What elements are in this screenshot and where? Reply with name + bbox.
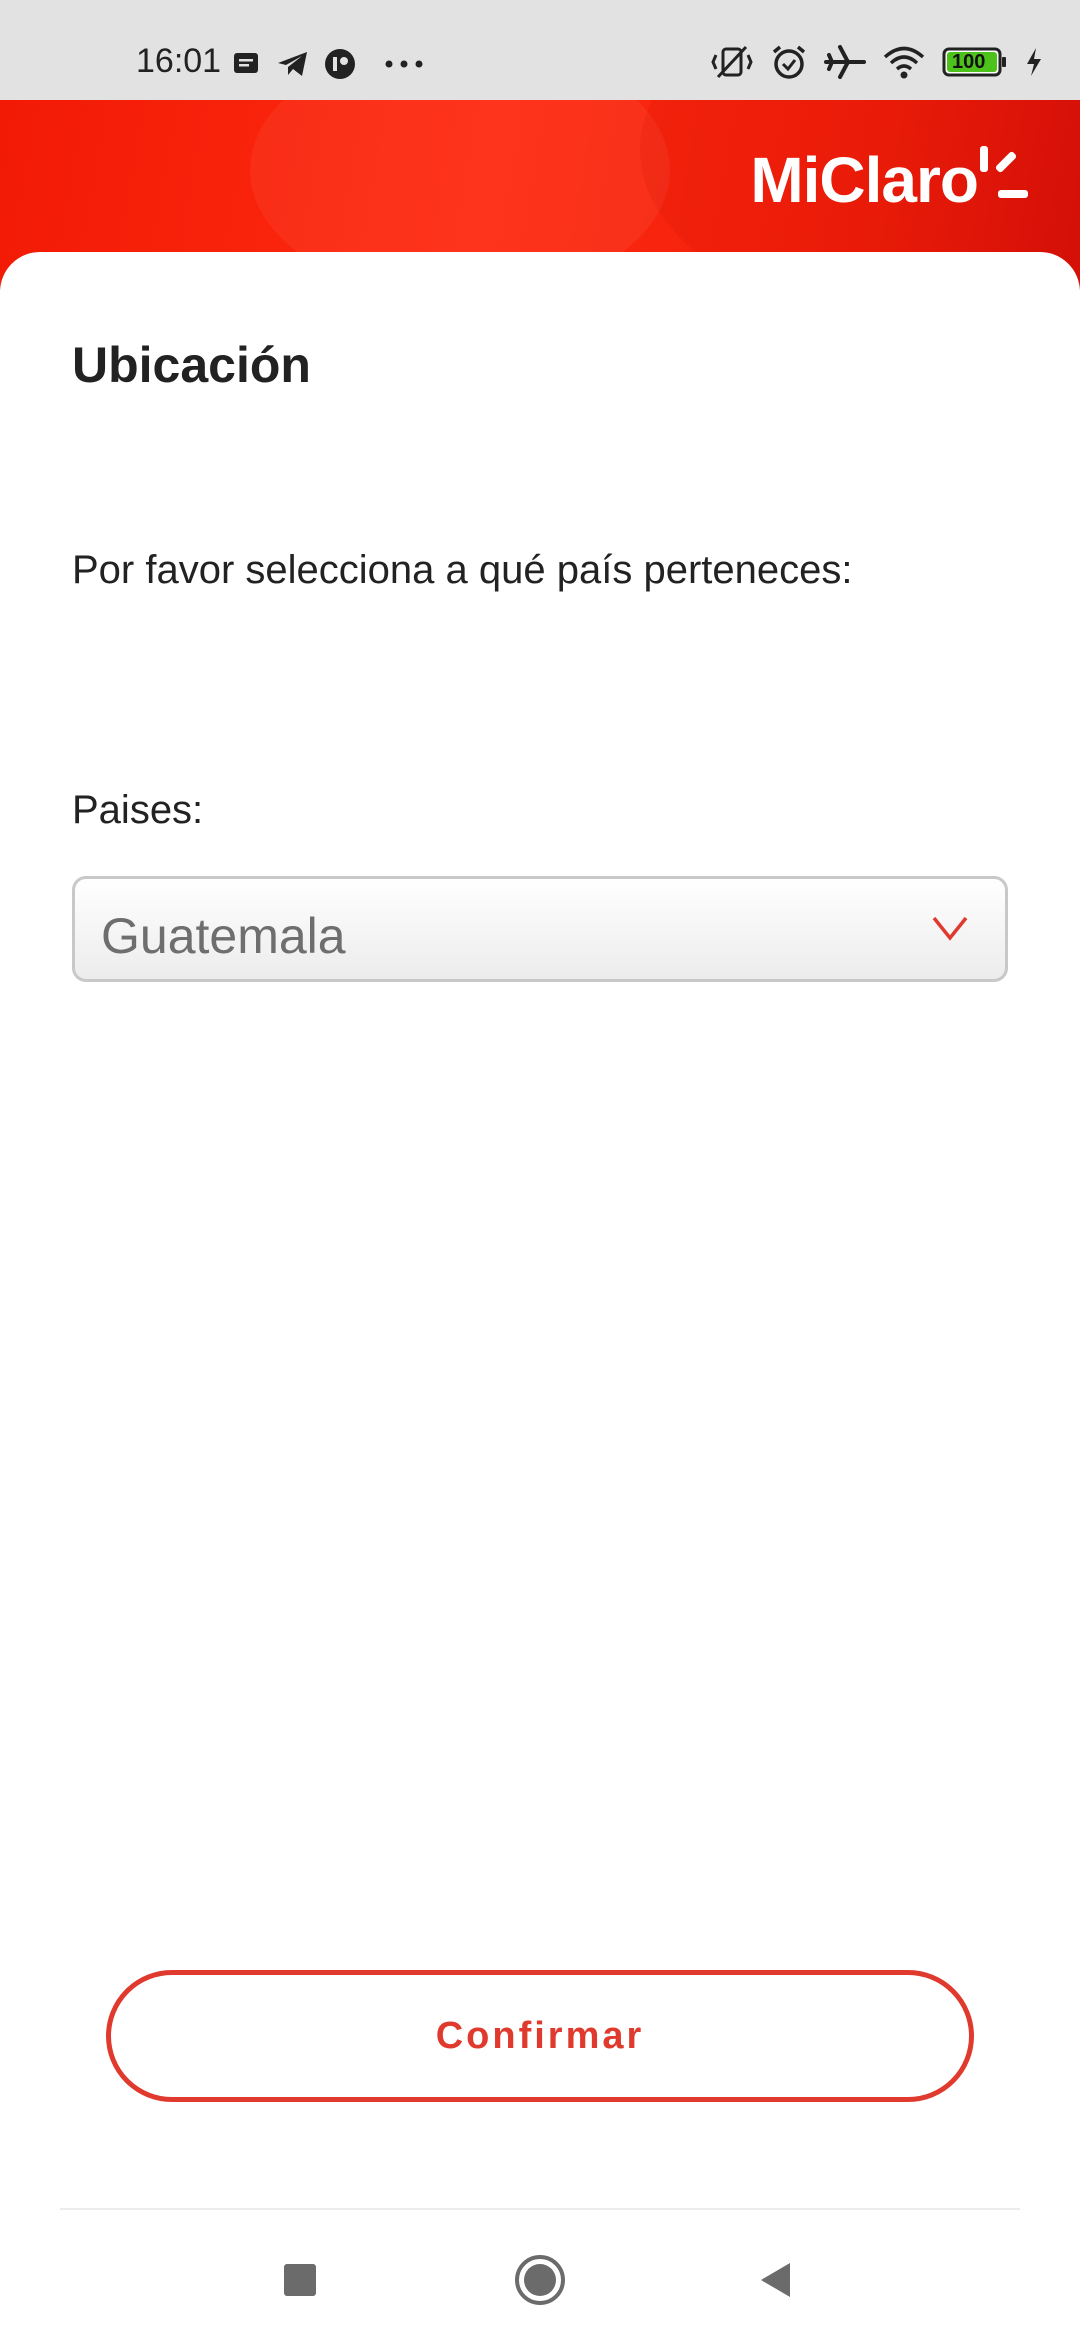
content-card: Ubicación Por favor selecciona a qué paí… [0,252,1080,2340]
country-select[interactable]: Guatemala [72,876,1008,982]
country-field-label: Paises: [72,788,204,832]
confirm-button[interactable]: Confirmar [106,1970,974,2102]
logo-rays-icon [980,146,1028,198]
brand-logo: MiClaro [750,140,1034,220]
wifi-icon [882,44,926,80]
home-icon[interactable] [510,2250,570,2310]
battery-icon: 100 [942,46,1008,78]
system-nav-bar [0,2210,1080,2340]
recents-icon[interactable] [270,2250,330,2310]
charging-icon [1024,46,1044,78]
status-bar: 16:01 100 [0,0,1080,100]
back-icon[interactable] [746,2250,806,2310]
brand-logo-text: MiClaro [750,144,979,216]
telegram-icon [276,49,310,79]
chevron-down-icon [931,913,969,948]
battery-level: 100 [952,51,986,73]
country-prompt: Por favor selecciona a qué país pertenec… [72,548,853,592]
confirm-button-label: Confirmar [435,2014,645,2057]
app-icon [324,48,356,80]
status-left-icons [232,44,424,84]
status-time: 16:01 [136,42,222,80]
status-right-icons: 100 [710,40,1044,84]
notification-icon [232,50,262,78]
page-title: Ubicación [72,337,311,393]
country-select-value: Guatemala [101,908,346,964]
more-icon [384,59,424,69]
alarm-icon [770,43,808,81]
vibrate-icon [710,43,754,81]
airplane-icon [824,43,866,81]
